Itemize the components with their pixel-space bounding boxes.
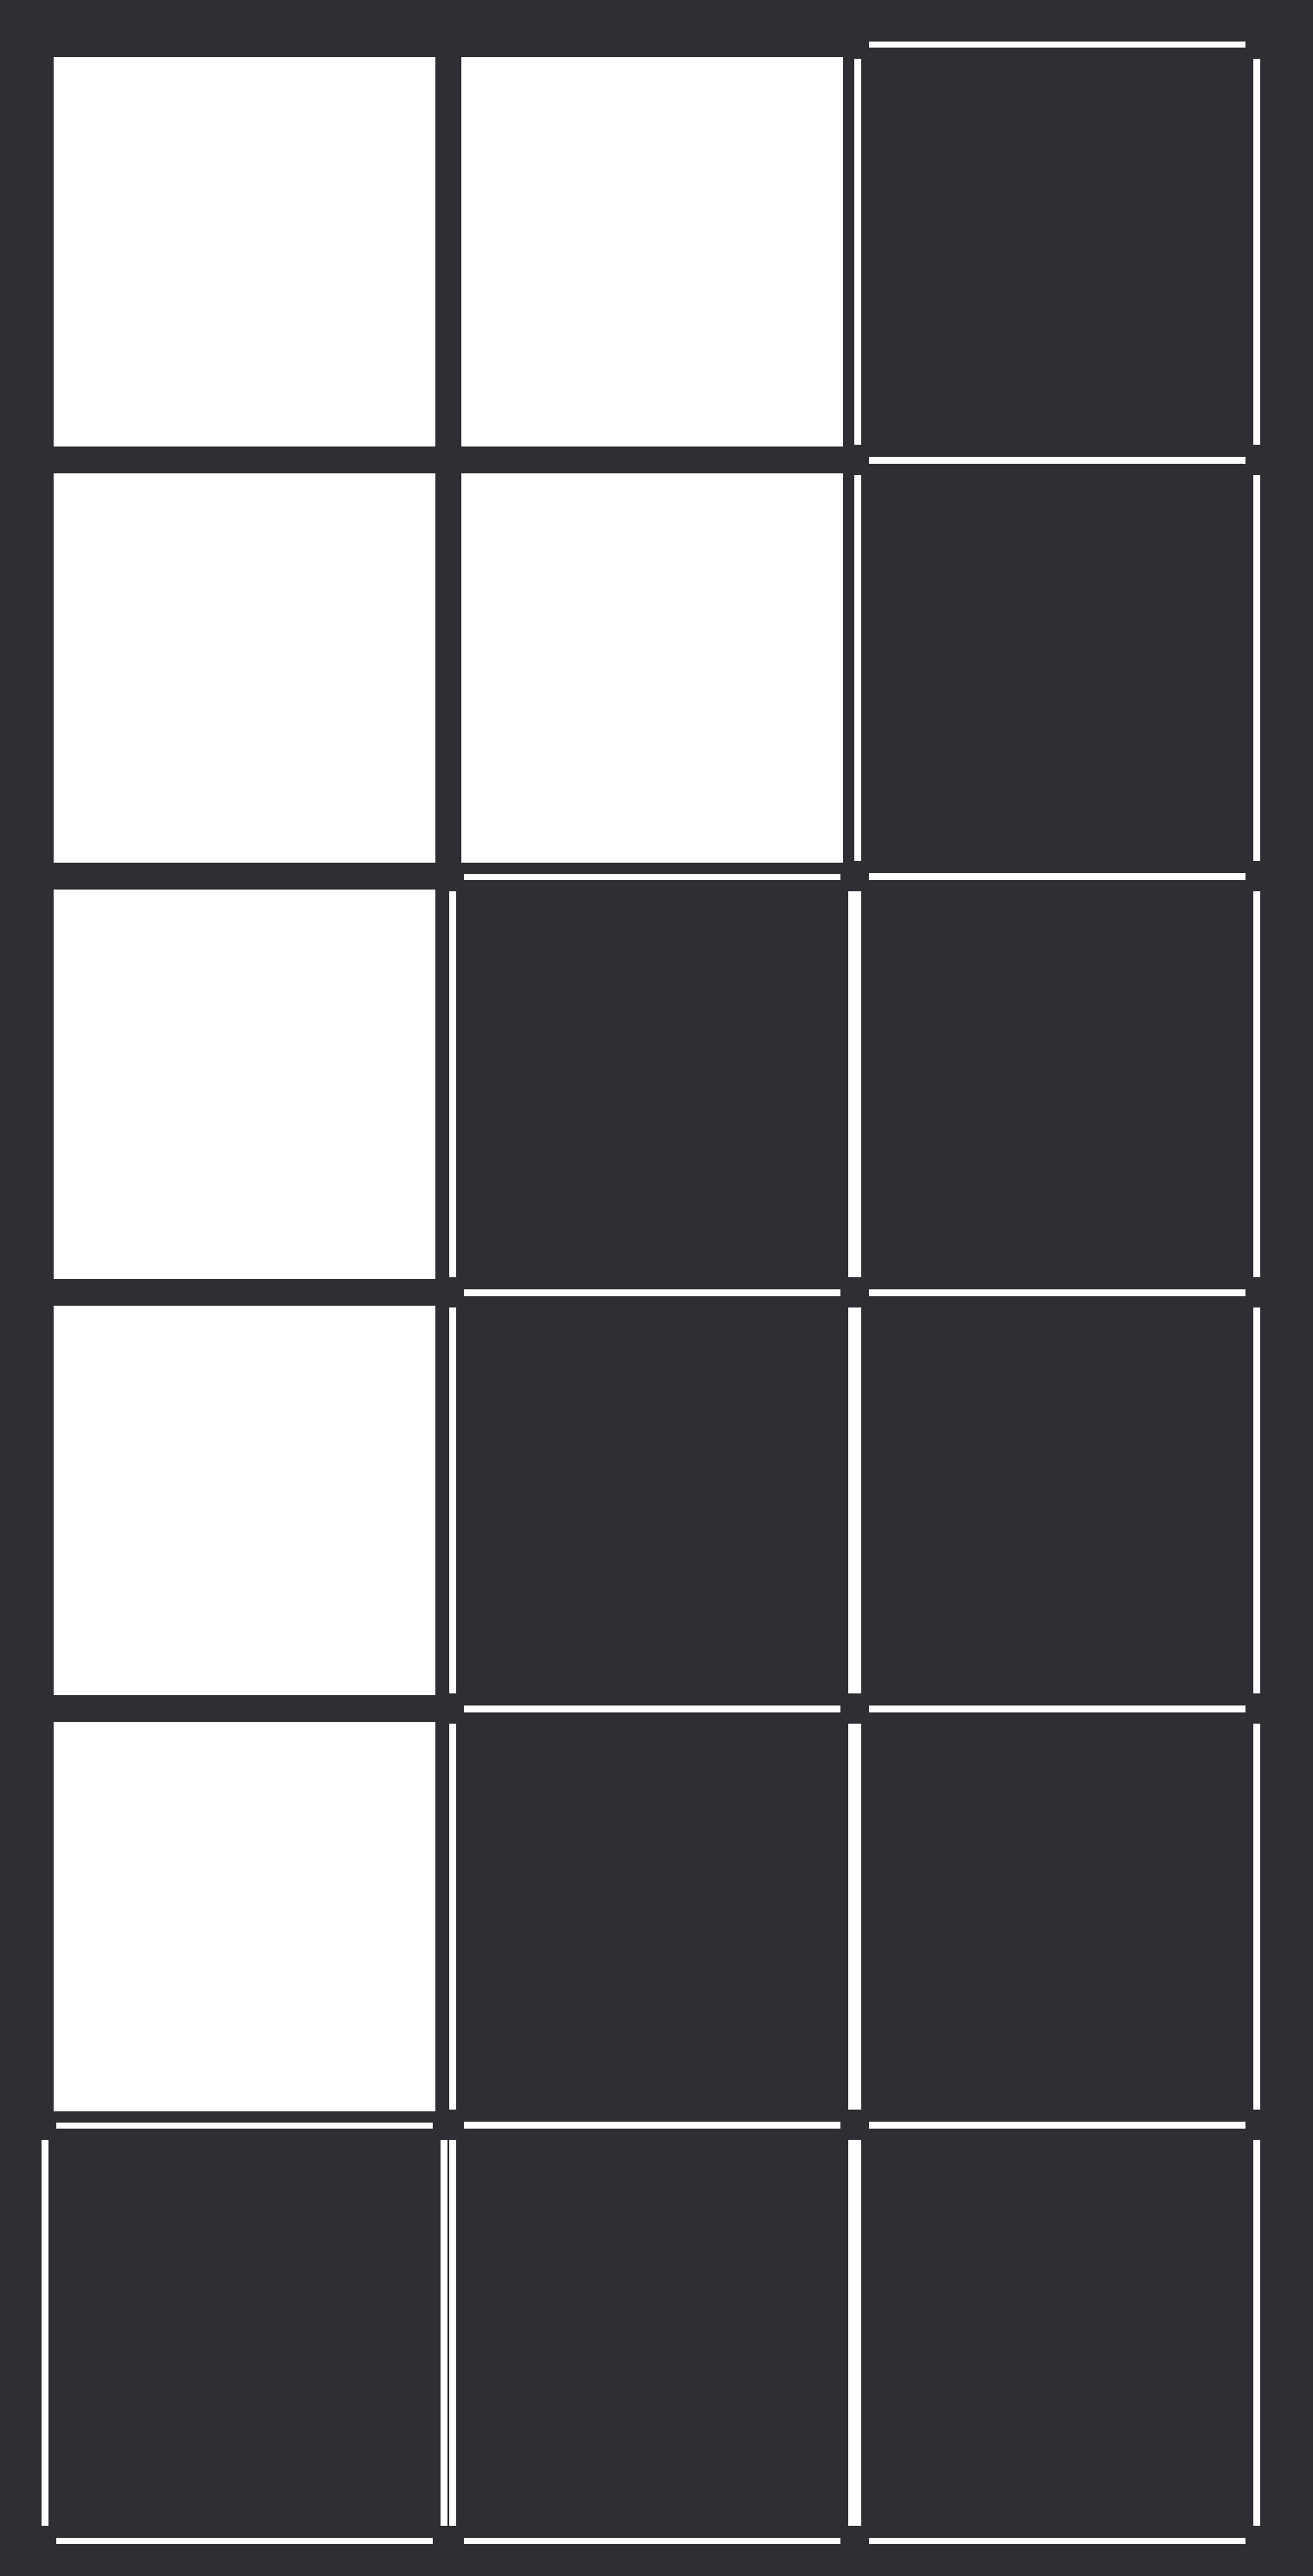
grid-cell-r6-c1[interactable] [54, 2138, 435, 2528]
cell-outline-top [464, 1706, 840, 1712]
cell-outline-right [848, 2140, 855, 2526]
grid-cell-r2-c3[interactable] [866, 473, 1248, 863]
cell-outline-bottom [869, 457, 1245, 463]
cell-outline-left [854, 2140, 861, 2526]
cell-outline-left [854, 891, 861, 1277]
grid-cell-r3-c3[interactable] [866, 890, 1248, 1279]
cell-outline-bottom [56, 2538, 433, 2544]
grid-cell-r5-c1[interactable] [54, 1722, 435, 2111]
cell-outline-top [464, 2123, 840, 2129]
cell-outline-top [869, 874, 1245, 880]
cell-outline-right [848, 1724, 855, 2110]
cell-outline-right [441, 2140, 447, 2526]
cell-outline-bottom [869, 873, 1245, 879]
grid-cell-r6-c3[interactable] [866, 2138, 1248, 2528]
cell-outline-bottom [869, 2538, 1245, 2544]
grid-cell-r2-c1[interactable] [54, 473, 435, 863]
grid-cell-r1-c2[interactable] [461, 57, 843, 446]
cell-outline-top [464, 1290, 840, 1296]
grid-cell-r2-c2[interactable] [461, 473, 843, 863]
cell-outline-right [848, 891, 855, 1277]
cell-outline-bottom [464, 2538, 840, 2544]
grid-cell-r3-c1[interactable] [54, 890, 435, 1279]
cell-outline-right [1253, 891, 1260, 1277]
cell-outline-right [1253, 475, 1260, 861]
cell-outline-bottom [869, 2122, 1245, 2128]
grid-cell-r5-c3[interactable] [866, 1722, 1248, 2111]
cell-outline-bottom [464, 1706, 840, 1712]
cell-outline-left [449, 1724, 456, 2110]
cell-outline-left [42, 2140, 48, 2526]
grid-cell-r4-c3[interactable] [866, 1306, 1248, 1695]
cell-outline-top [464, 874, 840, 880]
grid-cell-r5-c2[interactable] [461, 1722, 843, 2111]
cell-outline-left [449, 2140, 456, 2526]
cell-outline-top [869, 1706, 1245, 1712]
cell-outline-right [1253, 1307, 1260, 1693]
cell-outline-top [869, 42, 1245, 48]
cell-outline-left [854, 475, 861, 861]
cell-outline-left [854, 1724, 861, 2110]
cell-outline-bottom [869, 1706, 1245, 1712]
cell-outline-right [848, 1307, 855, 1693]
grid-cell-r4-c2[interactable] [461, 1306, 843, 1695]
cell-outline-top [56, 2123, 433, 2129]
puzzle-board [0, 0, 1313, 2576]
cell-outline-left [449, 891, 456, 1277]
grid-cell-r1-c1[interactable] [54, 57, 435, 446]
cell-outline-right [1253, 1724, 1260, 2110]
cell-outline-left [854, 59, 861, 445]
grid-cell-r3-c2[interactable] [461, 890, 843, 1279]
cell-outline-bottom [464, 1289, 840, 1295]
cell-outline-right [1253, 2140, 1260, 2526]
cell-outline-top [869, 1290, 1245, 1296]
cell-outline-bottom [869, 1289, 1245, 1295]
cell-outline-right [1253, 59, 1260, 445]
cell-outline-left [854, 1307, 861, 1693]
cell-outline-top [869, 458, 1245, 464]
cell-outline-top [869, 2123, 1245, 2129]
grid-cell-r6-c2[interactable] [461, 2138, 843, 2528]
cell-outline-left [449, 1307, 456, 1693]
cell-outline-bottom [464, 2122, 840, 2128]
grid-cell-r1-c3[interactable] [866, 57, 1248, 446]
grid-cell-r4-c1[interactable] [54, 1306, 435, 1695]
